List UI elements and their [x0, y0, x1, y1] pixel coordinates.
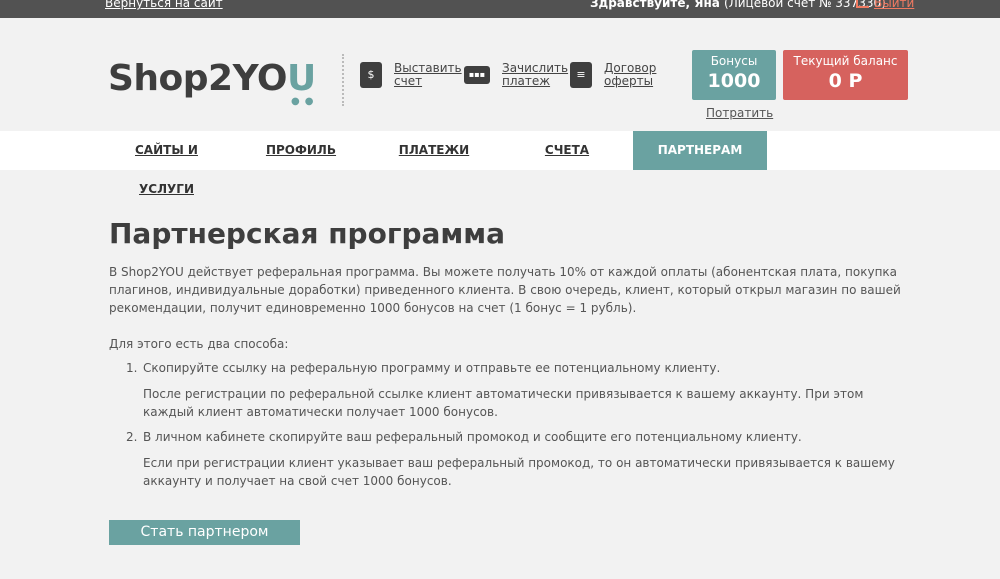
document-icon: ≡ — [570, 62, 592, 88]
nav-invoices[interactable]: СЧЕТА — [540, 131, 594, 170]
balance-box: Текущий баланс 0 Р — [783, 50, 908, 100]
bonus-box: Бонусы 1000 — [692, 50, 776, 100]
become-partner-button[interactable]: Стать партнером — [109, 520, 300, 545]
top-bar: Вернуться на сайт Здравствуйте, Яна (Лиц… — [0, 0, 1000, 18]
add-payment-action[interactable]: ▪▪▪ Зачислить платеж — [464, 62, 568, 88]
logout-link[interactable]: Выйти — [856, 0, 914, 10]
nav-partners[interactable]: ПАРТНЕРАМ — [633, 131, 767, 170]
list-item-number: 2. — [126, 430, 138, 444]
logo-text: Shop2YO — [108, 58, 288, 99]
nav-sites-services[interactable]: САЙТЫ И УСЛУГИ — [109, 131, 224, 196]
spend-bonus-link[interactable]: Потратить — [706, 106, 773, 120]
logo-cart-letter: U ●● — [287, 58, 316, 107]
list-item: 2. В личном кабинете скопируйте ваш рефе… — [126, 428, 916, 446]
header-divider — [342, 54, 344, 106]
issue-invoice-action[interactable]: $ Выставить счет — [360, 62, 462, 88]
list-item-text: Скопируйте ссылку на реферальную програм… — [143, 361, 721, 375]
methods-list: 1. Скопируйте ссылку на реферальную прог… — [126, 359, 916, 497]
list-item-detail: Если при регистрации клиент указывает ва… — [143, 456, 895, 488]
intro-text: В Shop2YOU действует реферальная програм… — [109, 265, 901, 315]
logout-label: Выйти — [874, 0, 915, 10]
balance-value: 0 Р — [828, 70, 863, 92]
back-to-site-link[interactable]: Вернуться на сайт — [105, 0, 223, 10]
add-payment-link[interactable]: Зачислить платеж — [502, 62, 568, 88]
logo[interactable]: Shop2YOU ●● — [108, 58, 316, 107]
issue-invoice-line2: счет — [394, 74, 423, 88]
balance-label: Текущий баланс — [793, 54, 898, 68]
nav-profile[interactable]: ПРОФИЛЬ — [264, 131, 338, 170]
greeting-text: Здравствуйте, Яна — [590, 0, 720, 10]
offer-contract-link[interactable]: Договор оферты — [604, 62, 656, 88]
header: Shop2YOU ●● $ Выставить счет ▪▪▪ Зачислить… — [0, 18, 1000, 131]
card-icon: ▪▪▪ — [464, 66, 490, 84]
list-item: 1. Скопируйте ссылку на реферальную прог… — [126, 359, 916, 377]
add-payment-line2: платеж — [502, 74, 551, 88]
main-nav: САЙТЫ И УСЛУГИ ПРОФИЛЬ ПЛАТЕЖИ СЧЕТА ПАР… — [0, 131, 1000, 196]
page-title: Партнерская программа — [109, 217, 506, 250]
list-item-number: 1. — [126, 361, 138, 375]
list-item-text: В личном кабинете скопируйте ваш реферал… — [143, 430, 802, 444]
logout-icon — [856, 0, 869, 8]
bonus-label: Бонусы — [710, 54, 758, 68]
offer-contract-line2: оферты — [604, 74, 654, 88]
logo-cart-u: U — [287, 58, 316, 99]
nav-payments[interactable]: ПЛАТЕЖИ — [398, 131, 470, 170]
methods-title: Для этого есть два способа: — [109, 337, 289, 351]
invoice-icon: $ — [360, 62, 382, 88]
greeting: Здравствуйте, Яна (Лицевой счет № 337330… — [590, 0, 886, 10]
offer-contract-action[interactable]: ≡ Договор оферты — [570, 62, 656, 88]
bonus-value: 1000 — [707, 70, 761, 92]
logo-cart-wheels: ●● — [291, 96, 319, 107]
list-item-detail: После регистрации по реферальной ссылке … — [143, 387, 864, 419]
issue-invoice-link[interactable]: Выставить счет — [394, 62, 462, 88]
